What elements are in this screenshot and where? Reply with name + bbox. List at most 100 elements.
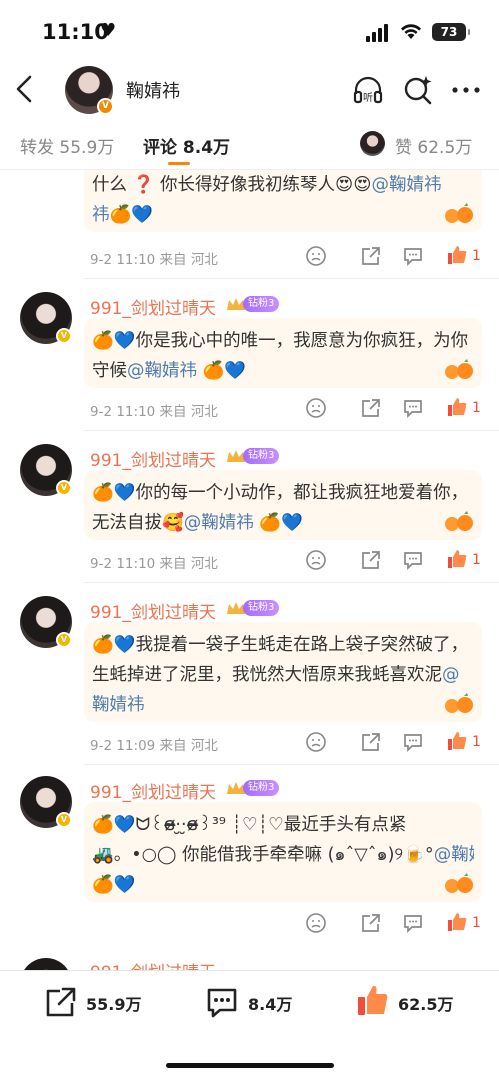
verified-badge-icon: V <box>56 328 72 344</box>
comment-bubble-icon <box>207 988 237 1018</box>
reply-icon[interactable] <box>402 731 424 753</box>
page-title[interactable]: 鞠婧祎 <box>126 77 180 103</box>
tab-repost[interactable]: 转发 55.9万 <box>20 133 114 158</box>
comment-meta: 9-2 11:09 来自 河北 <box>90 738 218 754</box>
dislike-face-icon[interactable] <box>305 731 327 753</box>
username[interactable]: 991_剑划过晴天 <box>90 294 216 319</box>
comment-text: ᗢ꒰ɞ̴̶̷·̮·̮ɞ̴̶̷꒱³⁹ ┊♡┊♡最近手头有点紧 <box>135 815 407 835</box>
heart-icon: ♥ <box>100 20 117 41</box>
orange-heart-emoji-icon: 🍊💙 <box>259 513 303 533</box>
share-icon[interactable] <box>360 245 382 267</box>
mention-link[interactable]: @鞠婧祎 <box>371 175 441 195</box>
orange-decoration-icon <box>445 203 473 223</box>
orange-decoration-icon <box>445 511 473 531</box>
comment-text: 你长得好像我初练琴人 <box>159 175 335 195</box>
comment-text: 🚜。•○◯ 你能借我手牵牵嘛 (๑ˆ▽ˆ๑)୨🍺° <box>92 845 434 865</box>
mention-link[interactable]: @鞠婧祎 <box>434 845 474 865</box>
comment-text: 什么 <box>92 175 127 195</box>
comment-meta: 9-2 11:10 来自 河北 <box>90 404 218 420</box>
verified-badge-icon: V <box>56 812 72 828</box>
avatar[interactable] <box>20 958 72 970</box>
wifi-icon <box>401 24 421 39</box>
comment-meta: 9-2 11:10 来自 河北 <box>90 252 218 268</box>
repost-button[interactable]: 55.9万 <box>44 985 154 1019</box>
like-count: 1 <box>472 734 481 750</box>
comment-text: 我提着一袋子生蚝走在路上袋子突然破了，生蚝掉进了泥里，我恍然大悟原来我蚝喜欢泥 <box>92 635 469 685</box>
comment-meta: 9-2 11:10 来自 河北 <box>90 556 218 572</box>
tab-indicator <box>168 162 190 165</box>
share-icon[interactable] <box>360 549 382 571</box>
share-icon[interactable] <box>360 397 382 419</box>
divider <box>84 582 499 583</box>
search-spark-icon[interactable] <box>402 74 434 106</box>
like-thumb-icon[interactable] <box>446 548 468 570</box>
username[interactable]: 991_剑划过晴天 <box>90 446 216 471</box>
divider <box>84 430 499 431</box>
like-count: 1 <box>472 400 481 416</box>
comment-bubble[interactable]: 🍊💙你的每一个小动作，都让我疯狂地爱着你，无法自拔🥰@鞠婧祎 🍊💙 <box>84 470 482 540</box>
orange-decoration-icon <box>445 873 473 893</box>
orange-heart-emoji-icon: 🍊💙 <box>92 331 136 351</box>
question-emoji-icon: ❓ <box>132 175 155 195</box>
listen-label: 听 <box>363 92 373 104</box>
username[interactable]: 991_剑划过晴天 <box>90 958 216 970</box>
comment-button[interactable]: 8.4万 <box>205 985 305 1019</box>
like-count: 1 <box>472 552 481 568</box>
like-count: 62.5万 <box>398 995 454 1014</box>
orange-heart-emoji-icon: 🍊💙 <box>92 875 136 895</box>
comment-bubble[interactable]: 🍊💙你是我心中的唯一，我愿意为你疯狂，为你守候@鞠婧祎 🍊💙 <box>84 318 482 388</box>
dislike-face-icon[interactable] <box>305 549 327 571</box>
status-bar: 11:10 ♥ 73 <box>0 0 499 60</box>
reply-icon[interactable] <box>402 549 424 571</box>
like-count: 1 <box>472 248 481 264</box>
comment-bubble[interactable]: 什么 ❓ 你长得好像我初练琴人😍😍@鞠婧祎 祎🍊💙 <box>84 170 482 232</box>
dislike-face-icon[interactable] <box>305 397 327 419</box>
username[interactable]: 991_剑划过晴天 <box>90 598 216 623</box>
battery-icon: 73 <box>432 23 470 41</box>
comment-bubble[interactable]: 🍊💙我提着一袋子生蚝走在路上袋子突然破了，生蚝掉进了泥里，我恍然大悟原来我蚝喜欢… <box>84 622 482 722</box>
like-thumb-icon[interactable] <box>446 396 468 418</box>
bottom-action-bar: 55.9万 8.4万 62.5万 <box>0 970 499 1080</box>
orange-heart-emoji-icon: 🍊💙 <box>92 815 136 835</box>
reply-icon[interactable] <box>402 397 424 419</box>
orange-heart-emoji-icon: 🍊💙 <box>92 483 136 503</box>
dislike-face-icon[interactable] <box>305 245 327 267</box>
smiling-hearts-emoji-icon: 🥰 <box>162 513 184 533</box>
reply-icon[interactable] <box>402 912 424 934</box>
likes-avatar <box>360 131 385 156</box>
dislike-face-icon[interactable] <box>305 912 327 934</box>
like-thumb-icon <box>358 985 388 1015</box>
fan-badge: 钻粉3 <box>243 448 280 464</box>
repost-count: 55.9万 <box>86 995 142 1014</box>
status-time: 11:10 <box>42 20 109 44</box>
nav-bar: V 鞠婧祎 听 <box>0 60 499 118</box>
like-button[interactable]: 62.5万 <box>356 985 466 1019</box>
share-icon[interactable] <box>360 912 382 934</box>
share-icon[interactable] <box>360 731 382 753</box>
orange-heart-emoji-icon: 🍊💙 <box>92 635 136 655</box>
orange-heart-emoji-icon: 🍊💙 <box>109 205 154 225</box>
verified-badge-icon: V <box>56 480 72 496</box>
back-arrow-icon[interactable] <box>12 74 36 104</box>
like-thumb-icon[interactable] <box>446 730 468 752</box>
mention-link[interactable]: @鞠婧祎 <box>127 361 197 381</box>
heart-eyes-emoji-icon: 😍😍 <box>334 175 372 195</box>
repost-share-icon <box>46 987 76 1017</box>
fan-badge: 钻粉3 <box>243 296 280 312</box>
mention-link[interactable]: 祎 <box>92 205 110 225</box>
orange-decoration-icon <box>445 359 473 379</box>
like-thumb-icon[interactable] <box>446 911 468 933</box>
orange-decoration-icon <box>445 693 473 713</box>
tab-likes[interactable]: 赞 62.5万 <box>395 133 472 158</box>
like-thumb-icon[interactable] <box>446 244 468 266</box>
username[interactable]: 991_剑划过晴天 <box>90 778 216 803</box>
more-icon[interactable] <box>450 74 482 106</box>
like-count: 1 <box>472 915 481 931</box>
mention-link[interactable]: @鞠婧祎 <box>184 513 254 533</box>
comment-list: 什么 ❓ 你长得好像我初练琴人😍😍@鞠婧祎 祎🍊💙 9-2 11:10 来自 河… <box>0 170 499 970</box>
reply-icon[interactable] <box>402 245 424 267</box>
comment-bubble[interactable]: 🍊💙ᗢ꒰ɞ̴̶̷·̮·̮ɞ̴̶̷꒱³⁹ ┊♡┊♡最近手头有点紧 🚜。•○◯ 你能… <box>84 802 482 902</box>
listen-headphone-icon[interactable]: 听 <box>352 74 384 106</box>
tab-bar: 转发 55.9万 评论 8.4万 赞 62.5万 <box>0 118 499 170</box>
tab-comments[interactable]: 评论 8.4万 <box>143 133 230 158</box>
